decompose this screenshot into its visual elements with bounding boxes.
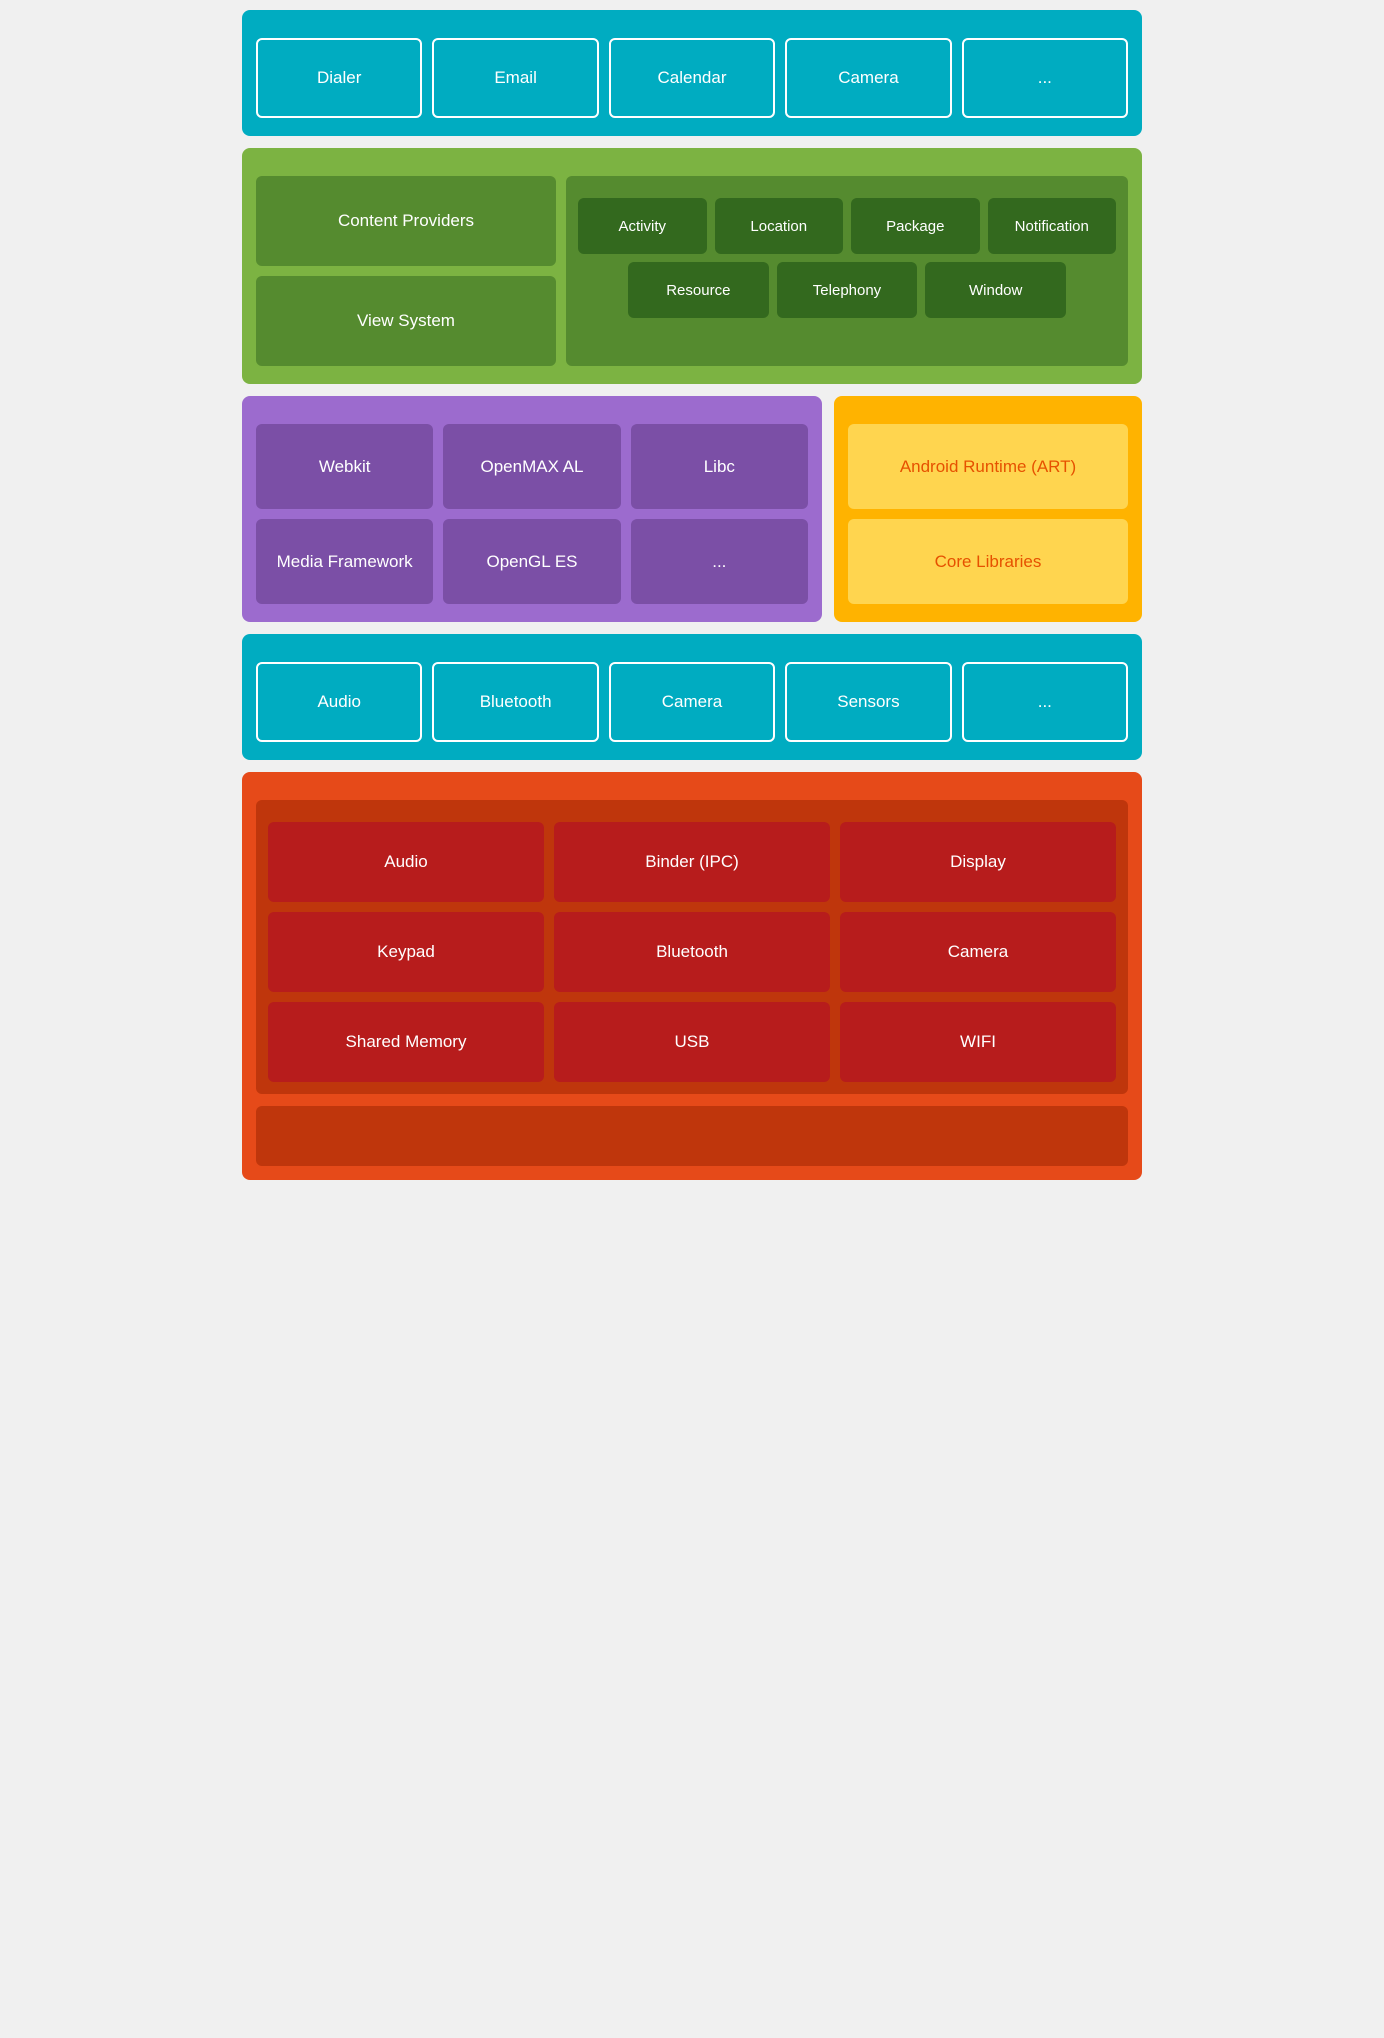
hal-card: ...: [962, 662, 1128, 742]
manager-card: Notification: [988, 198, 1117, 254]
manager-card: Telephony: [777, 262, 918, 318]
driver-card: Bluetooth: [554, 912, 830, 992]
driver-card: Audio: [268, 822, 544, 902]
system-apps-layer: DialerEmailCalendarCamera...: [242, 10, 1142, 136]
drivers-box: AudioBinder (IPC)Display KeypadBluetoothC…: [256, 800, 1128, 1094]
driver-card: Binder (IPC): [554, 822, 830, 902]
managers-row2: ResourceTelephonyWindow: [628, 262, 1066, 318]
linux-kernel-layer: AudioBinder (IPC)Display KeypadBluetoothC…: [242, 772, 1142, 1180]
driver-card: USB: [554, 1002, 830, 1082]
managers-row1: ActivityLocationPackageNotification: [578, 198, 1116, 254]
driver-card: WIFI: [840, 1002, 1116, 1082]
hal-cards: AudioBluetoothCameraSensors...: [256, 662, 1128, 742]
driver-card: Shared Memory: [268, 1002, 544, 1082]
hal-layer: AudioBluetoothCameraSensors...: [242, 634, 1142, 760]
driver-card: Display: [840, 822, 1116, 902]
view-system-card: View System: [256, 276, 556, 366]
system-app-card: Camera: [785, 38, 951, 118]
system-apps-cards: DialerEmailCalendarCamera...: [256, 38, 1128, 118]
hal-card: Bluetooth: [432, 662, 598, 742]
native-card: Webkit: [256, 424, 433, 509]
native-cpp-grid: WebkitOpenMAX ALLibc Media FrameworkOpenG…: [256, 424, 808, 604]
power-management: [256, 1106, 1128, 1166]
native-card: OpenGL ES: [443, 519, 620, 604]
android-architecture-diagram: DialerEmailCalendarCamera... Content Pro…: [242, 10, 1142, 1180]
manager-card: Activity: [578, 198, 707, 254]
manager-card: Location: [715, 198, 844, 254]
system-app-card: ...: [962, 38, 1128, 118]
runtime-cards: Android Runtime (ART) Core Libraries: [848, 424, 1128, 604]
java-api-inner: Content Providers View System ActivityLo…: [256, 176, 1128, 366]
system-app-card: Email: [432, 38, 598, 118]
drivers-grid: AudioBinder (IPC)Display KeypadBluetoothC…: [268, 822, 1116, 1082]
native-card: Media Framework: [256, 519, 433, 604]
runtime-card: Android Runtime (ART): [848, 424, 1128, 509]
hal-card: Sensors: [785, 662, 951, 742]
java-api-layer: Content Providers View System ActivityLo…: [242, 148, 1142, 384]
hal-card: Camera: [609, 662, 775, 742]
runtime-card: Core Libraries: [848, 519, 1128, 604]
manager-card: Resource: [628, 262, 769, 318]
driver-card: Camera: [840, 912, 1116, 992]
driver-card: Keypad: [268, 912, 544, 992]
native-card: Libc: [631, 424, 808, 509]
content-providers-card: Content Providers: [256, 176, 556, 266]
native-cpp-layer: WebkitOpenMAX ALLibc Media FrameworkOpenG…: [242, 396, 822, 622]
managers-col: ActivityLocationPackageNotification Reso…: [566, 176, 1128, 366]
java-api-left: Content Providers View System: [256, 176, 556, 366]
manager-card: Window: [925, 262, 1066, 318]
native-card: OpenMAX AL: [443, 424, 620, 509]
native-runtime-row: WebkitOpenMAX ALLibc Media FrameworkOpenG…: [242, 396, 1142, 622]
system-app-card: Dialer: [256, 38, 422, 118]
native-card: ...: [631, 519, 808, 604]
android-runtime-layer: Android Runtime (ART) Core Libraries: [834, 396, 1142, 622]
hal-card: Audio: [256, 662, 422, 742]
manager-card: Package: [851, 198, 980, 254]
system-app-card: Calendar: [609, 38, 775, 118]
